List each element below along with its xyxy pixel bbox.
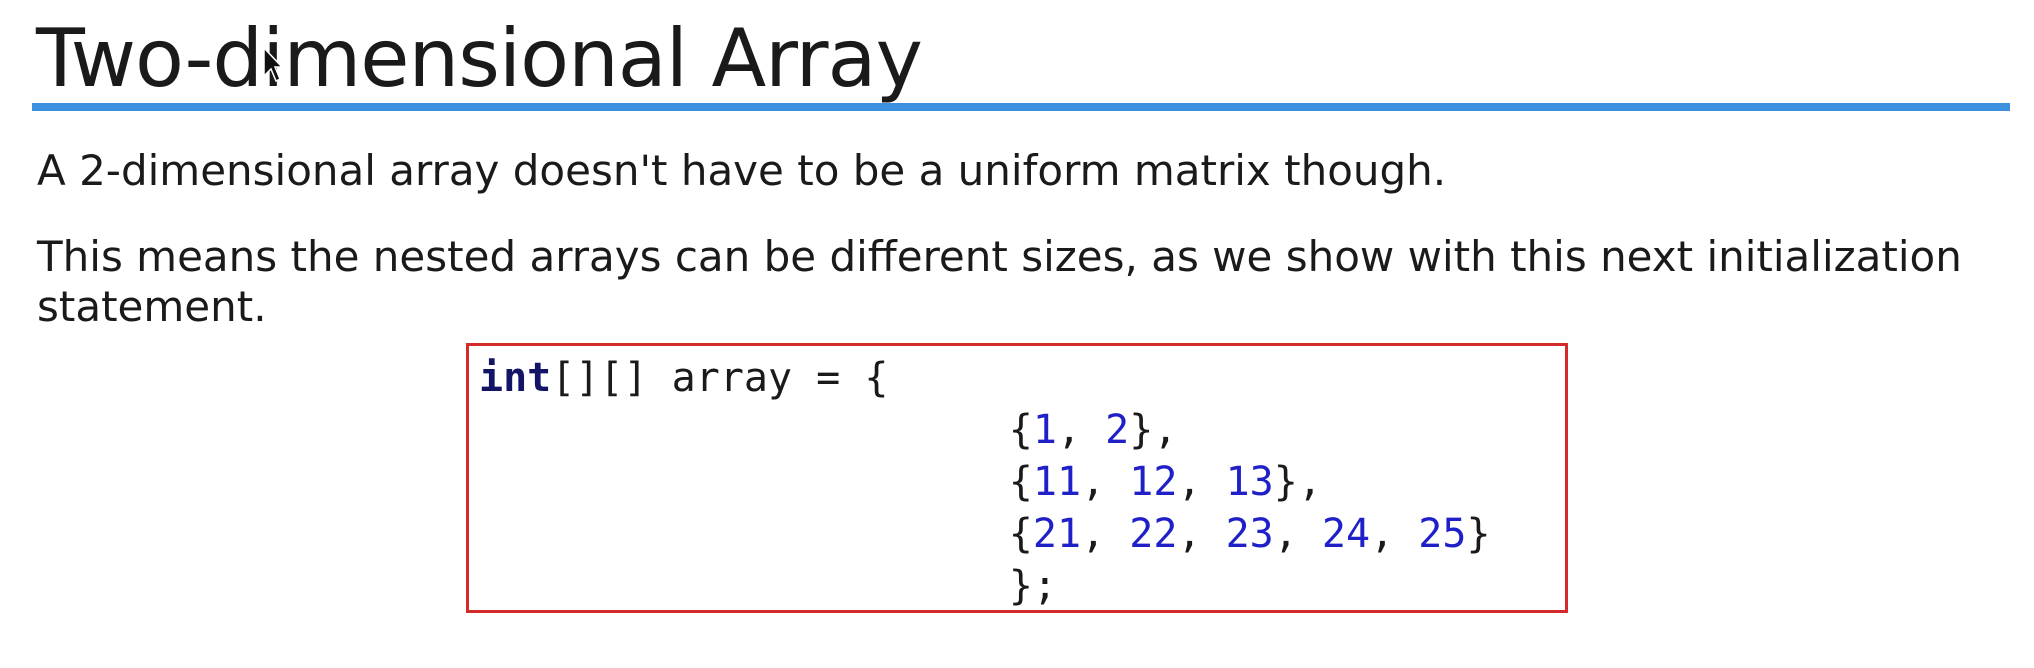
code-snippet-box: int[][] array = { {1, 2}, {11, 12, 13}, … xyxy=(466,343,1568,613)
code-number: 11 xyxy=(1032,459,1082,505)
code-block: int[][] array = { {1, 2}, {11, 12, 13}, … xyxy=(479,352,1491,612)
slide-title: Two-dimensional Array xyxy=(36,12,923,105)
code-closing: }; xyxy=(1008,563,1057,609)
title-underline xyxy=(32,103,2010,111)
code-number: 1 xyxy=(1032,407,1057,453)
code-row-suffix: }, xyxy=(1273,459,1322,505)
code-row: {21, 22, 23, 24, 25} xyxy=(479,511,1491,557)
code-number: 24 xyxy=(1321,511,1371,557)
code-keyword-int: int xyxy=(479,355,552,401)
code-number: 25 xyxy=(1418,511,1467,557)
code-number: 12 xyxy=(1129,459,1178,505)
code-number: 23 xyxy=(1225,511,1274,557)
paragraph-nested-sizes: This means the nested arrays can be diff… xyxy=(37,232,1962,331)
code-row-suffix: }, xyxy=(1129,407,1178,453)
code-number: 13 xyxy=(1225,459,1274,505)
code-declaration: [][] array = { xyxy=(551,355,889,401)
code-number: 22 xyxy=(1129,511,1178,557)
code-row: {11, 12, 13}, xyxy=(479,459,1322,505)
code-row: {1, 2}, xyxy=(479,407,1178,453)
code-row-suffix: } xyxy=(1466,511,1491,557)
code-number: 2 xyxy=(1105,407,1130,453)
mouse-pointer-icon xyxy=(263,46,282,83)
paragraph-uniform-matrix: A 2-dimensional array doesn't have to be… xyxy=(37,146,1447,195)
code-number: 21 xyxy=(1032,511,1082,557)
